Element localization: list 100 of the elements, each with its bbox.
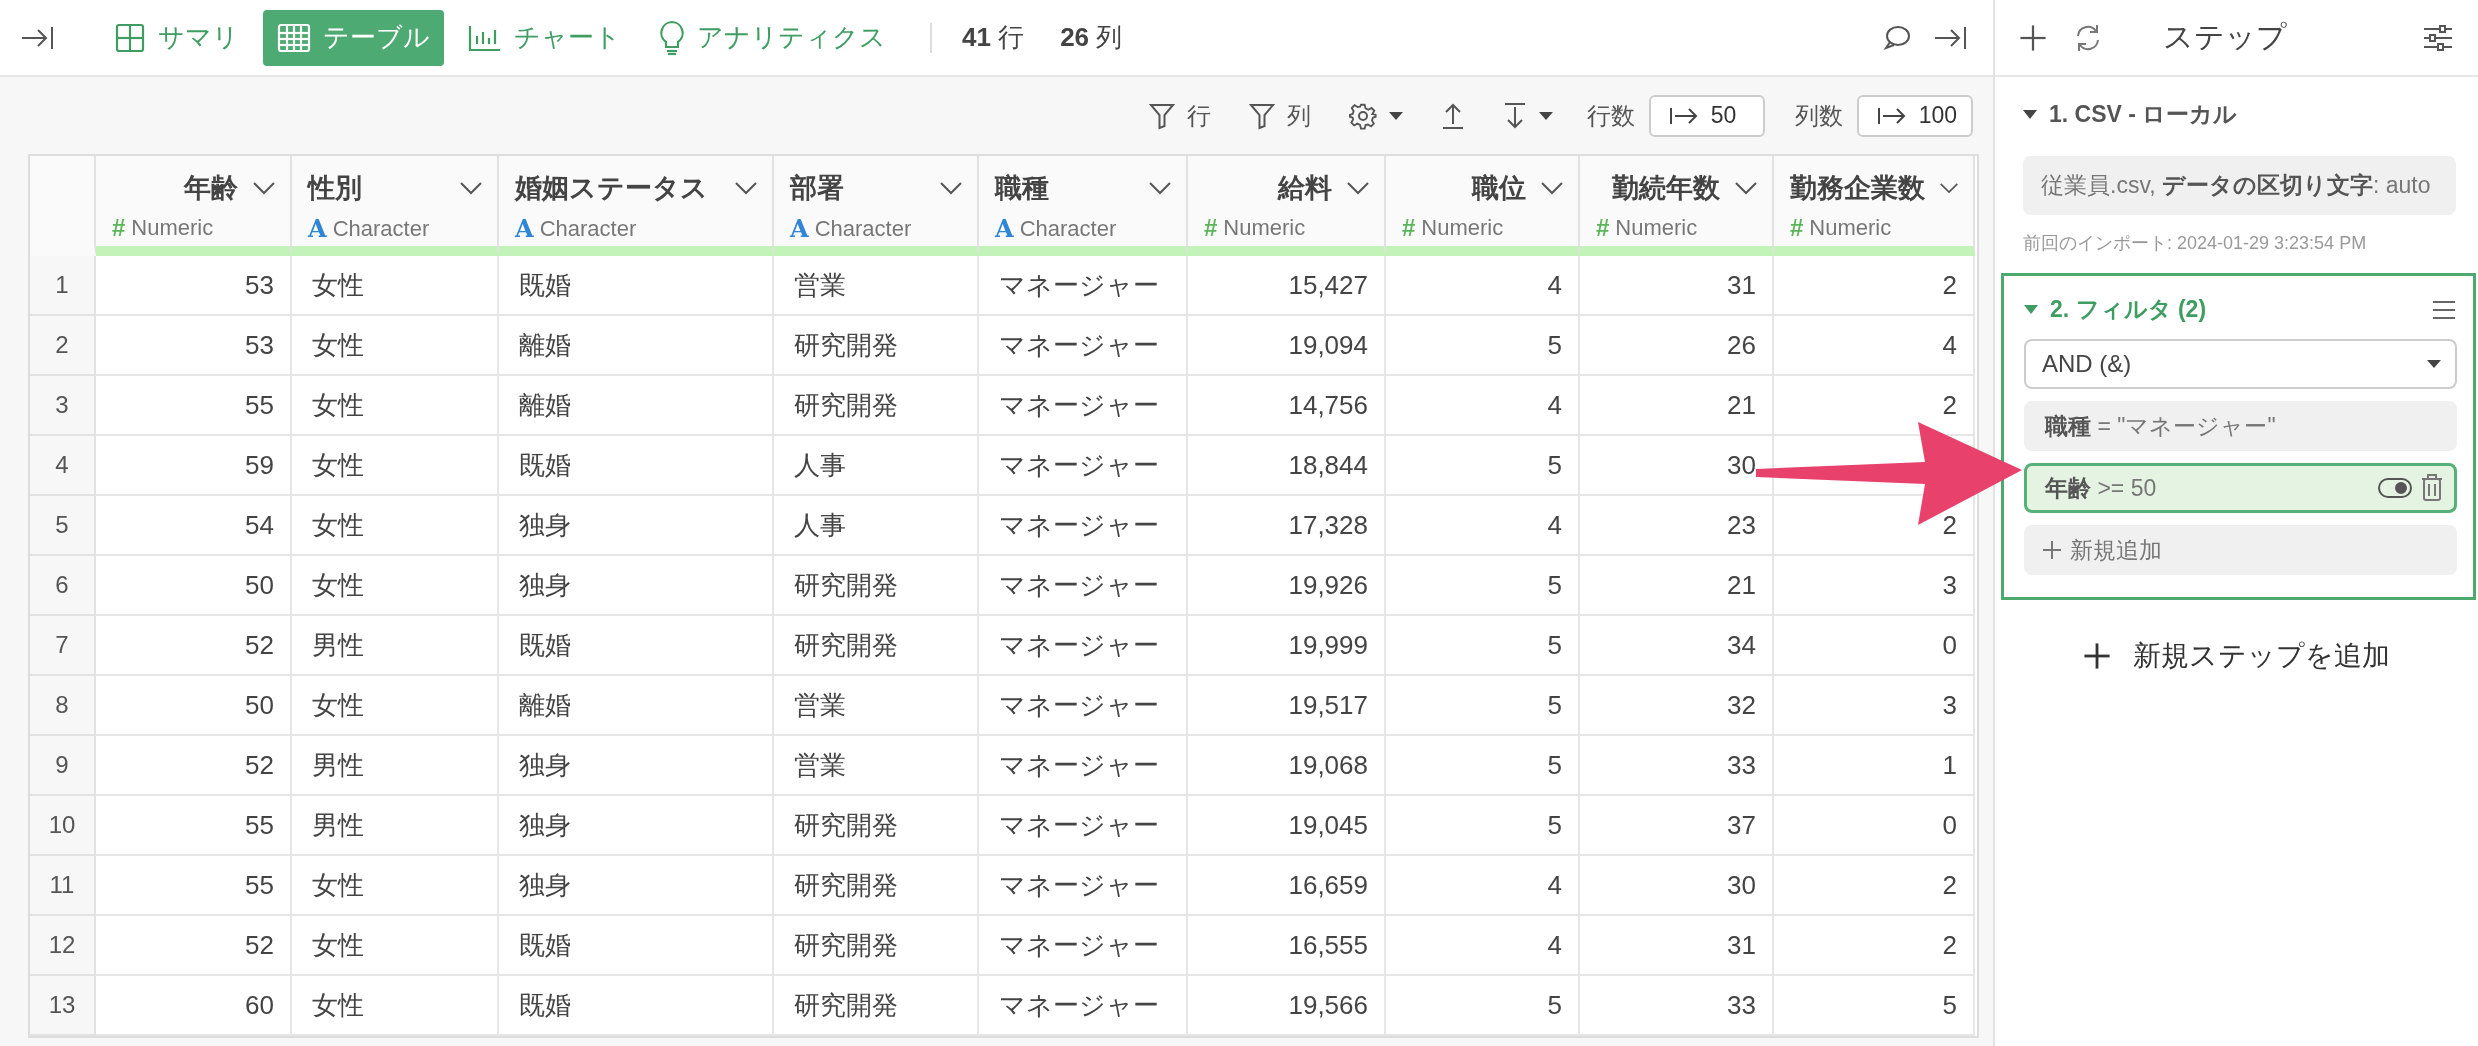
download-icon [1502,101,1527,130]
table-cell: 19,926 [1188,556,1386,616]
row-number: 8 [30,676,96,736]
table-cell: 既婚 [499,976,774,1036]
table-cell: 女性 [292,916,499,976]
table-cell: 5 [1386,436,1580,496]
add-step-button[interactable]: 新規ステップを追加 [2077,636,2396,676]
step-title[interactable]: 1. CSV - ローカル [2049,99,2238,130]
table-cell: 5 [1386,316,1580,376]
chevron-down-icon[interactable] [1540,181,1564,195]
type-icon: A [995,214,1014,243]
table-cell: 女性 [292,436,499,496]
row-number: 7 [30,616,96,676]
filter-condition[interactable]: 職種 = "マネージャー" [2024,401,2457,451]
type-icon: # [1204,214,1218,242]
table-cell: 4 [1774,316,1975,376]
table-cell: 37 [1580,796,1774,856]
table-cell: 4 [1386,856,1580,916]
row-limit-label: 行数 [1586,100,1635,131]
column-type: Numeric [1421,215,1504,241]
table-cell: 5 [1386,556,1580,616]
table-cell: 4 [1386,496,1580,556]
chevron-down-icon[interactable] [1939,181,1959,195]
row-number: 6 [30,556,96,616]
source-detail[interactable]: 従業員.csv, データの区切り文字: auto [2023,156,2456,215]
column-header[interactable]: 部署 A Character [774,156,979,256]
column-type: Character [814,215,912,242]
table-cell: 5 [1386,676,1580,736]
table-cell: 19,517 [1188,676,1386,736]
chevron-down-icon[interactable] [252,181,276,195]
table-cell: 19,068 [1188,736,1386,796]
column-header[interactable]: 給料 # Numeric [1188,156,1386,256]
column-header[interactable]: 性別 A Character [292,156,499,256]
table-cell: マネージャー [979,976,1188,1036]
column-header[interactable]: 職位 # Numeric [1386,156,1580,256]
table-cell: 5 [1386,736,1580,796]
count-label: 26 列 [1060,21,1123,54]
table-cell: 既婚 [499,256,774,316]
operator-dropdown[interactable]: AND (&) [2024,339,2457,389]
table-cell: 34 [1580,616,1774,676]
filter-icon [1148,101,1175,130]
chevron-down-icon[interactable] [939,181,963,195]
table-cell: 女性 [292,496,499,556]
filter-icon [1248,101,1275,130]
row-number: 4 [30,436,96,496]
column-filter-button[interactable]: 列 [1244,95,1315,136]
table-cell: マネージャー [979,676,1188,736]
column-header[interactable]: 勤続年数 # Numeric [1580,156,1774,256]
expand-triangle-icon[interactable] [2023,110,2037,119]
chevron-down-icon[interactable] [459,181,483,195]
table-cell: 16,555 [1188,916,1386,976]
table-cell: 営業 [774,676,979,736]
chevron-down-icon[interactable] [1734,181,1758,195]
add-condition-button[interactable]: 新規追加 [2024,525,2457,575]
chevron-down-icon[interactable] [1148,181,1172,195]
table-cell: 既婚 [499,616,774,676]
table-cell: マネージャー [979,916,1188,976]
table-cell: 2 [1774,256,1975,316]
column-limit-field[interactable]: 100 [1856,94,1973,137]
table-cell: 2 [1774,916,1975,976]
column-header[interactable]: 婚姻ステータス A Character [499,156,774,256]
toggle-icon[interactable] [2378,478,2412,498]
table-cell: 研究開発 [774,376,979,436]
table-cell: 15,427 [1188,256,1386,316]
chevron-down-icon[interactable] [1346,181,1370,195]
column-header[interactable]: 年齢 # Numeric [96,156,292,256]
menu-icon[interactable] [2431,298,2457,321]
table-cell: 男性 [292,796,499,856]
column-header[interactable]: 職種 A Character [979,156,1188,256]
row-filter-button[interactable]: 行 [1144,95,1215,136]
table-cell: 営業 [774,256,979,316]
table-cell: 52 [96,736,292,796]
table-cell: 21 [1580,556,1774,616]
table-cell: 女性 [292,976,499,1036]
table-cell: 19,566 [1188,976,1386,1036]
table-cell: 53 [96,316,292,376]
table-cell: マネージャー [979,316,1188,376]
column-name: 年齢 [184,172,238,205]
column-header[interactable]: 勤務企業数 # Numeric [1774,156,1975,256]
table-cell: 女性 [292,376,499,436]
lightbulb-icon [659,19,685,56]
limit-icon [1876,105,1907,126]
table-cell: 女性 [292,676,499,736]
table-cell: 14,756 [1188,376,1386,436]
table-cell: 研究開発 [774,856,979,916]
table-cell: 1 [1774,736,1975,796]
table-cell: 研究開発 [774,316,979,376]
table-cell: 60 [96,976,292,1036]
count-label: 41 行 [962,21,1025,54]
table-cell: 32 [1580,676,1774,736]
row-limit-field[interactable]: 50 [1648,94,1765,137]
chevron-down-icon[interactable] [734,181,758,195]
trash-icon[interactable] [2420,474,2444,502]
table-cell: 既婚 [499,916,774,976]
table-cell: 人事 [774,496,979,556]
table-cell: 離婚 [499,316,774,376]
table-cell: マネージャー [979,856,1188,916]
filter-condition[interactable]: 年齢 >= 50 [2024,463,2457,513]
table-cell: マネージャー [979,616,1188,676]
table-cell: 4 [1386,256,1580,316]
